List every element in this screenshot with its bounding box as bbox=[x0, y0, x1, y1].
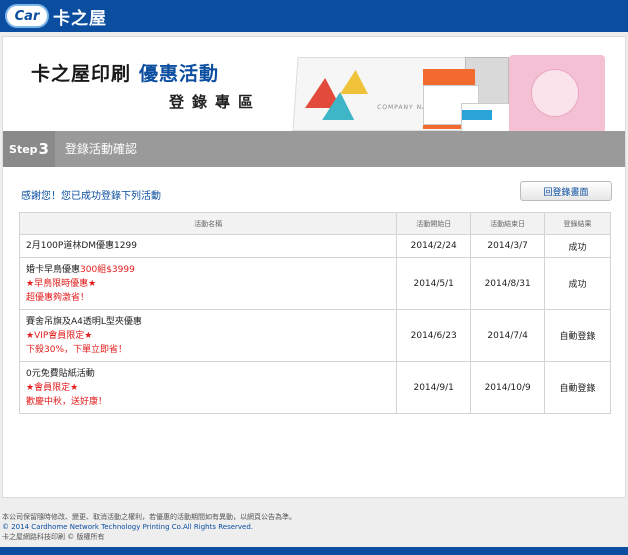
event-promo-text: 歡慶中秋，送好康！ bbox=[26, 396, 108, 407]
event-start-date: 2014/9/1 bbox=[396, 361, 472, 414]
footer-copyright: © 2014 Cardhome Network Technology Print… bbox=[2, 523, 254, 531]
event-start-date: 2014/5/1 bbox=[396, 257, 472, 310]
card-blue-strip bbox=[462, 110, 492, 120]
event-name-line: 2月100P道林DM優惠1299 bbox=[26, 241, 137, 251]
banner-title: 卡之屋印刷 優惠活動 bbox=[31, 59, 219, 86]
event-name-line: 婚卡早鳥優惠300組$3999 bbox=[26, 263, 390, 277]
column-header-end-date: 活動結束日 bbox=[470, 212, 546, 235]
logo-badge: Car bbox=[5, 4, 49, 28]
step-label-text: Step bbox=[9, 142, 38, 156]
step-number: 3 bbox=[38, 140, 49, 158]
event-name: 0元免費貼紙活動 ★會員限定★ 歡慶中秋，送好康！ bbox=[18, 361, 398, 414]
event-name: 婚卡早鳥優惠300組$3999 ★早鳥限時優惠★ 超優惠夠激省！ bbox=[18, 257, 398, 310]
event-price-highlight: 300組$3999 bbox=[80, 264, 135, 275]
table-header-row: 活動名稱 活動開始日 活動結束日 登錄結果 bbox=[18, 212, 611, 235]
table-row: 0元免費貼紙活動 ★會員限定★ 歡慶中秋，送好康！ 2014/9/1 2014/… bbox=[18, 361, 611, 414]
success-message: 感謝您！您已成功登錄下列活動 bbox=[21, 191, 161, 202]
banner-title-highlight: 優惠活動 bbox=[139, 63, 220, 85]
column-header-event-name: 活動名稱 bbox=[18, 212, 398, 235]
event-result: 自動登錄 bbox=[544, 309, 611, 362]
event-title: 賽舍吊旗及A4透明L型夾優惠 bbox=[26, 316, 142, 327]
envelope-shape-teal bbox=[322, 92, 357, 120]
site-logo[interactable]: Car 卡之屋 bbox=[5, 3, 107, 29]
banner-wedding-card bbox=[509, 55, 605, 131]
column-header-start-date: 活動開始日 bbox=[396, 212, 472, 235]
event-result: 自動登錄 bbox=[544, 361, 611, 414]
event-end-date: 2014/8/31 bbox=[470, 257, 546, 310]
top-header-bar: Car 卡之屋 bbox=[0, 0, 628, 32]
logo-text: 卡之屋 bbox=[53, 8, 107, 29]
banner-title-brand: 卡之屋印刷 bbox=[31, 63, 132, 85]
footer-company: 卡之屋網路科技印刷 © 版權所有 bbox=[2, 533, 105, 541]
page-footer: 本公司保留隨時修改、變更、取消活動之權利，若優惠的活動期間如有異動，以網頁公告為… bbox=[2, 512, 296, 542]
event-end-date: 2014/7/4 bbox=[470, 309, 546, 362]
event-tagline: ★早鳥限時優惠★ bbox=[26, 278, 97, 289]
event-title: 0元免費貼紙活動 bbox=[26, 368, 95, 379]
event-start-date: 2014/6/23 bbox=[396, 309, 472, 362]
envelope-shape-yellow bbox=[340, 70, 370, 94]
event-name: 賽舍吊旗及A4透明L型夾優惠 ★VIP會員限定★ 下殺30%，下單立即省！ bbox=[18, 309, 398, 362]
event-promo-text: 下殺30%，下單立即省！ bbox=[26, 344, 128, 355]
event-result: 成功 bbox=[544, 257, 611, 310]
back-to-registration-button[interactable]: 回登錄畫面 bbox=[520, 181, 612, 201]
event-end-date: 2014/10/9 bbox=[470, 361, 546, 414]
column-header-result: 登錄結果 bbox=[544, 212, 611, 235]
table-row: 婚卡早鳥優惠300組$3999 ★早鳥限時優惠★ 超優惠夠激省！ 2014/5/… bbox=[18, 257, 611, 310]
step-title: 登錄活動確認 bbox=[65, 142, 138, 156]
wedding-card-emblem bbox=[531, 69, 579, 117]
main-content-card: 卡之屋印刷 優惠活動 登錄專區 COMPANY NAME Step 3 登錄活動確認… bbox=[2, 36, 626, 498]
event-name: 2月100P道林DM優惠1299 bbox=[18, 234, 398, 258]
table-row: 賽舍吊旗及A4透明L型夾優惠 ★VIP會員限定★ 下殺30%，下單立即省！ 20… bbox=[18, 309, 611, 362]
registered-events-table: 活動名稱 活動開始日 活動結束日 登錄結果 2月100P道林DM優惠1299 2… bbox=[18, 212, 611, 414]
event-tagline: ★會員限定★ bbox=[26, 382, 79, 393]
promo-banner: 卡之屋印刷 優惠活動 登錄專區 COMPANY NAME bbox=[3, 37, 625, 131]
event-result: 成功 bbox=[544, 234, 611, 258]
event-tagline: ★VIP會員限定★ bbox=[26, 330, 93, 341]
table-row: 2月100P道林DM優惠1299 2014/2/24 2014/3/7 成功 bbox=[18, 234, 611, 258]
event-title: 婚卡早鳥優惠 bbox=[26, 264, 81, 275]
event-end-date: 2014/3/7 bbox=[470, 234, 546, 258]
banner-subtitle: 登錄專區 bbox=[169, 93, 262, 111]
footer-notice: 本公司保留隨時修改、變更、取消活動之權利，若優惠的活動期間如有異動，以網頁公告為… bbox=[2, 513, 296, 521]
bottom-bar bbox=[0, 547, 628, 555]
event-start-date: 2014/2/24 bbox=[396, 234, 472, 258]
step-bar: Step 3 登錄活動確認 bbox=[3, 131, 625, 167]
step-indicator: Step 3 bbox=[3, 131, 55, 167]
event-promo-text: 超優惠夠激省！ bbox=[26, 292, 90, 303]
